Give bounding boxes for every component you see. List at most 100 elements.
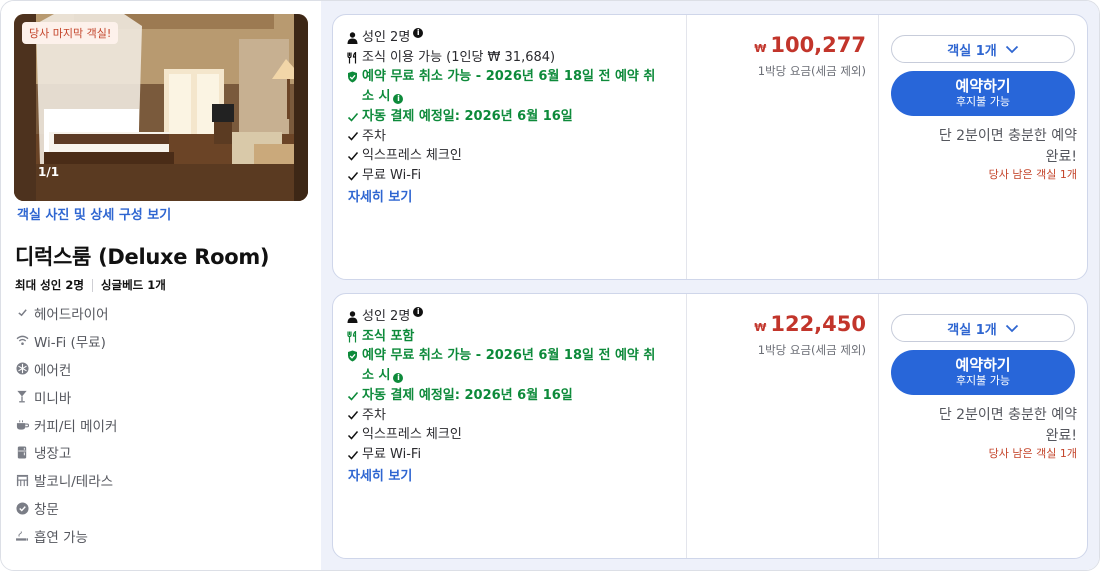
occupancy-info: 최대 성인 2명 싱글베드 1개 <box>15 277 166 293</box>
price: ₩100,277 <box>754 33 866 57</box>
check-icon <box>347 127 361 147</box>
rooms-left-note: 당사 남은 객실 1개 <box>988 447 1077 460</box>
feature-line: 무료 Wi-Fi <box>347 445 686 465</box>
book-button[interactable]: 예약하기 후지불 가능 <box>891 71 1075 116</box>
amenity-item: 에어컨 <box>15 355 117 383</box>
cutlery-icon <box>347 327 361 347</box>
wifi-icon <box>15 334 29 348</box>
feature-line: 주차 <box>347 127 686 147</box>
payment-text: 자동 결제 예정일: 2026년 6월 16일 <box>362 108 573 124</box>
offer-conditions: 성인 2명 i 조식 포함 예약 무료 취소 가능 - 2026년 6월 18일 … <box>333 294 687 558</box>
guests-line: 성인 2명 i <box>347 28 686 48</box>
check-icon <box>347 146 361 166</box>
booking-column: 객실 1개 예약하기 후지불 가능 단 2분이면 충분한 예약완료! 당사 남은… <box>879 294 1087 558</box>
currency-symbol: ₩ <box>754 321 767 334</box>
room-title: 디럭스룸 (Deluxe Room) <box>15 245 270 269</box>
amenity-label: Wi-Fi (무료) <box>34 334 106 351</box>
quick-note-line2: 완료! <box>1045 149 1077 165</box>
guests-text: 성인 2명 <box>362 30 411 45</box>
room-info-column: 당사 마지막 객실! 1/1 객실 사진 및 상세 구성 보기 디럭스룸 (De… <box>1 1 321 570</box>
person-icon <box>347 28 361 48</box>
offers-column: 성인 2명 i 조식 이용 가능 (1인당 ₩ 31,684) 예약 무료 취소 … <box>321 1 1099 570</box>
cocktail-icon <box>15 390 29 404</box>
room-photo[interactable]: 당사 마지막 객실! 1/1 <box>14 14 308 201</box>
cancel-text: 예약 무료 취소 가능 - 2026년 6월 18일 전 예약 취소 시i <box>362 67 655 106</box>
amenity-item: 냉장고 <box>15 438 117 466</box>
guests-text: 성인 2명 <box>362 309 411 324</box>
book-button-label: 예약하기 <box>955 77 1011 95</box>
cancel-text: 예약 무료 취소 가능 - 2026년 6월 18일 전 예약 취소 시i <box>362 346 655 385</box>
book-button-sub: 후지불 가능 <box>955 374 1011 387</box>
amenity-item: 커피/티 메이커 <box>15 411 117 439</box>
cancel-line: 예약 무료 취소 가능 - 2026년 6월 18일 전 예약 취소 시i <box>347 346 686 385</box>
check-icon <box>347 166 361 186</box>
booking-column: 객실 1개 예약하기 후지불 가능 단 2분이면 충분한 예약 완료! 당사 남은… <box>879 15 1087 279</box>
amenity-item: Wi-Fi (무료) <box>15 327 117 355</box>
info-icon[interactable]: i <box>413 28 424 38</box>
feature-text: 익스프레스 체크인 <box>362 427 462 443</box>
amenity-label: 창문 <box>34 502 59 519</box>
amenity-item: 미니바 <box>15 383 117 411</box>
max-guests: 최대 성인 2명 <box>15 278 84 292</box>
details-link[interactable]: 자세히 보기 <box>348 190 412 205</box>
book-button[interactable]: 예약하기 후지불 가능 <box>891 350 1075 395</box>
snowflake-icon <box>15 362 29 376</box>
amenities-list: 헤어드라이어 Wi-Fi (무료) 에어컨 미니바 커피/티 메이커 냉장고 발… <box>15 299 117 550</box>
quick-note-line1: 단 2분이면 충분한 예약 <box>938 128 1077 144</box>
feature-line: 익스프레스 체크인 <box>347 146 686 166</box>
coffee-cup-icon <box>15 418 29 432</box>
cancel-text-line1: 예약 무료 취소 가능 - 2026년 6월 18일 전 예약 취 <box>362 348 656 364</box>
amenity-label: 헤어드라이어 <box>34 306 109 323</box>
bed-info: 싱글베드 1개 <box>100 278 166 292</box>
amenity-label: 에어컨 <box>34 362 72 379</box>
feature-line: 무료 Wi-Fi <box>347 166 686 186</box>
meal-line: 조식 이용 가능 (1인당 ₩ 31,684) <box>347 48 686 68</box>
feature-text: 주차 <box>362 407 386 423</box>
shield-check-icon <box>347 346 361 366</box>
meal-line: 조식 포함 <box>347 327 686 347</box>
divider <box>91 278 93 292</box>
shield-check-icon <box>347 67 361 87</box>
amenity-label: 냉장고 <box>34 446 72 463</box>
cancel-text-line1: 예약 무료 취소 가능 - 2026년 6월 18일 전 예약 취 <box>362 69 656 85</box>
feature-text: 무료 Wi-Fi <box>362 167 422 183</box>
balcony-icon <box>15 473 29 487</box>
feature-line: 주차 <box>347 406 686 426</box>
price: ₩122,450 <box>754 312 866 336</box>
person-icon <box>347 307 361 327</box>
price-note: 1박당 요금(세금 제외) <box>757 343 866 357</box>
amenity-label: 발코니/테라스 <box>34 474 114 491</box>
payment-line: 자동 결제 예정일: 2026년 6월 16일 <box>347 107 686 127</box>
amenity-label: 미니바 <box>34 390 72 407</box>
photo-counter: 1/1 <box>38 165 60 179</box>
cancel-text-line2: 소 시 <box>362 89 391 105</box>
info-icon[interactable]: i <box>393 94 404 105</box>
feature-text: 주차 <box>362 128 386 144</box>
feature-text: 무료 Wi-Fi <box>362 446 422 462</box>
check-icon <box>347 445 361 465</box>
quick-booking-note: 단 2분이면 충분한 예약완료! <box>887 126 1077 168</box>
check-icon <box>347 107 361 127</box>
check-icon <box>347 406 361 426</box>
amenity-item: 발코니/테라스 <box>15 466 117 494</box>
info-icon[interactable]: i <box>393 373 404 384</box>
price-column: ₩100,277 1박당 요금(세금 제외) <box>687 15 879 279</box>
payment-text: 자동 결제 예정일: 2026년 6월 16일 <box>362 387 573 403</box>
check-circle-icon <box>15 501 29 515</box>
quick-note-line2: 완료! <box>1045 428 1077 444</box>
fridge-icon <box>15 445 29 459</box>
price-note: 1박당 요금(세금 제외) <box>757 64 866 78</box>
room-count-label: 객실 1개 <box>947 43 997 59</box>
offer-card: 성인 2명 i 조식 포함 예약 무료 취소 가능 - 2026년 6월 18일 … <box>332 293 1088 559</box>
payment-line: 자동 결제 예정일: 2026년 6월 16일 <box>347 386 686 406</box>
book-button-label: 예약하기 <box>955 356 1011 374</box>
chevron-down-icon <box>1005 324 1018 332</box>
info-icon[interactable]: i <box>413 307 424 317</box>
details-link[interactable]: 자세히 보기 <box>348 469 412 484</box>
quick-note-line1: 단 2분이면 충분한 예약 <box>938 407 1077 423</box>
room-count-select[interactable]: 객실 1개 <box>891 314 1075 342</box>
room-photos-link[interactable]: 객실 사진 및 상세 구성 보기 <box>17 204 171 223</box>
room-count-select[interactable]: 객실 1개 <box>891 35 1075 63</box>
offer-card: 성인 2명 i 조식 이용 가능 (1인당 ₩ 31,684) 예약 무료 취소 … <box>332 14 1088 280</box>
feature-line: 익스프레스 체크인 <box>347 425 686 445</box>
